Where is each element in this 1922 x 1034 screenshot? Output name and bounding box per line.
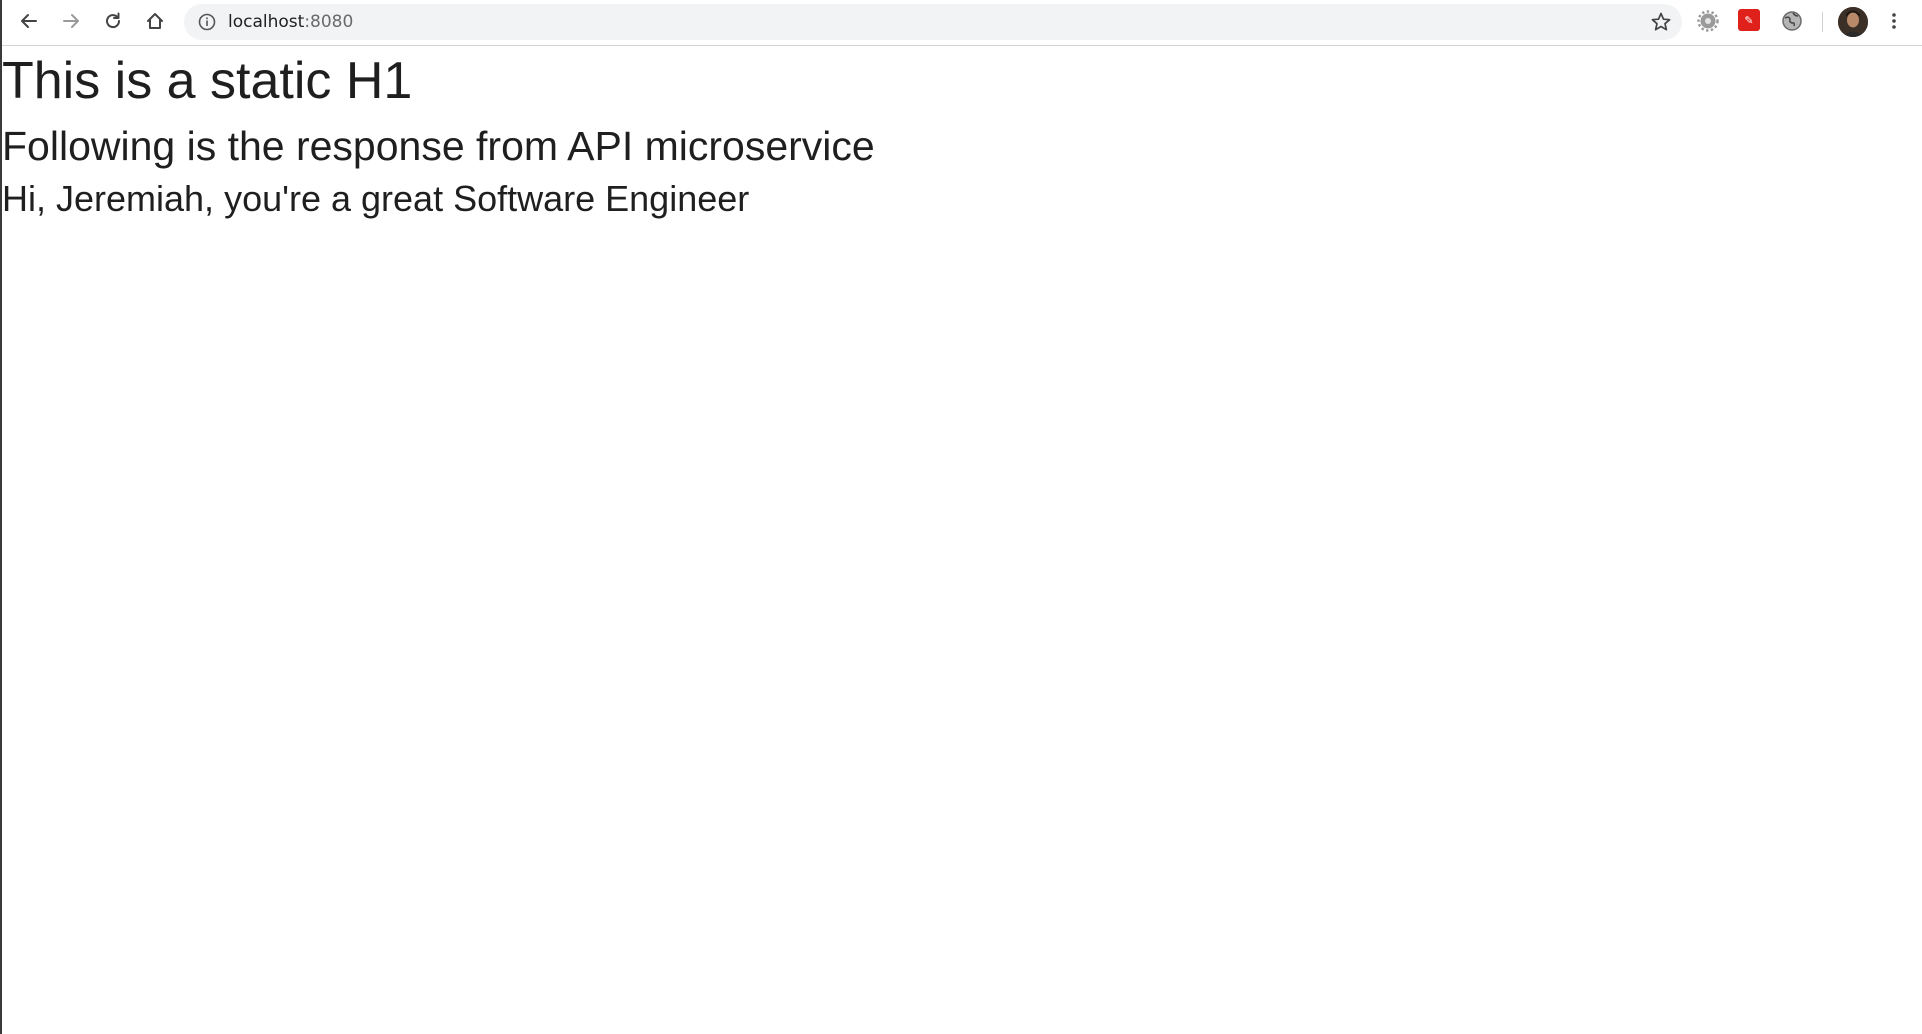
api-response-text: Hi, Jeremiah, you're a great Software En… [2,178,750,219]
page-heading: This is a static H1 [2,52,413,110]
info-icon[interactable] [198,13,216,31]
home-button[interactable] [140,6,170,36]
arrow-left-icon [21,14,37,28]
api-subheading: Following is the response from API micro… [2,123,875,169]
forward-button[interactable] [56,6,86,36]
home-icon [147,13,163,29]
globe-extension-icon[interactable] [1780,9,1804,33]
kebab-menu-icon [1892,13,1896,29]
page-content: This is a static H1 Following is the res… [2,47,1920,1034]
toolbar-divider [1822,12,1823,32]
globe-icon [1782,11,1802,31]
reload-icon [106,12,121,29]
gear-icon [1697,10,1719,32]
arrow-right-icon [63,14,79,28]
url-text[interactable]: localhost:8080 [228,4,353,40]
window-left-border [0,0,2,1034]
reload-button[interactable] [98,6,128,36]
gear-extension-icon[interactable] [1696,9,1720,33]
pdf-extension-glyph: ✎ [1744,13,1754,27]
browser-window: localhost:8080 ✎ This is a static H1 Fol… [0,0,1922,1034]
url-port: :8080 [304,12,354,32]
pdf-extension-icon[interactable]: ✎ [1738,9,1760,31]
browser-toolbar: localhost:8080 ✎ [0,0,1922,46]
back-button[interactable] [14,6,44,36]
url-host: localhost [228,12,305,32]
browser-menu-button[interactable] [1882,9,1906,33]
address-bar[interactable]: localhost:8080 [184,4,1682,40]
profile-avatar[interactable] [1838,7,1868,37]
star-icon[interactable] [1650,11,1672,33]
avatar-image [1838,7,1868,37]
